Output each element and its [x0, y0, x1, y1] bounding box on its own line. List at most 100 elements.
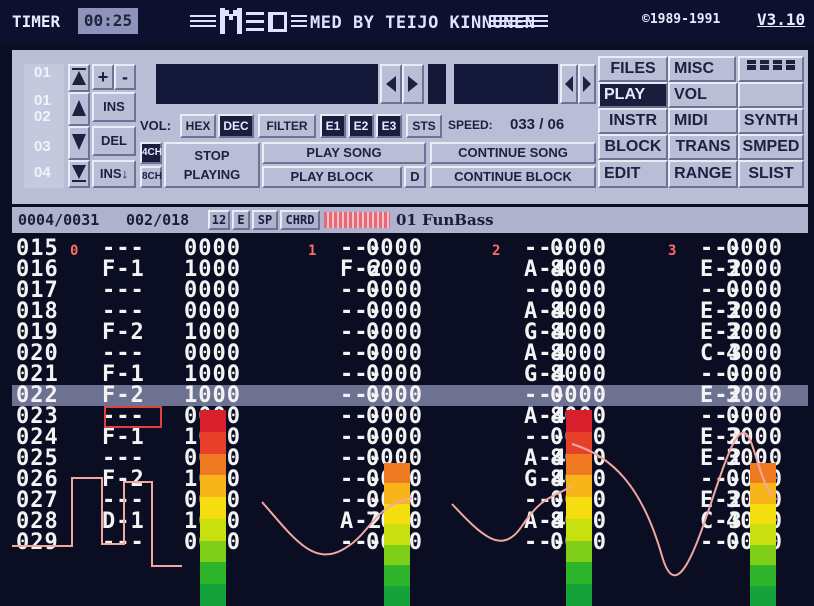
grid-icon — [747, 60, 795, 70]
delete-button[interactable]: DEL — [92, 126, 136, 156]
pattern-row[interactable]: 028D-11000A-27000A-48000C-34000 — [12, 511, 808, 533]
track-label: 1 — [308, 243, 318, 259]
pattern-row[interactable]: 026F-21000---0000G-48000---0000 — [12, 469, 808, 491]
continue-song-button[interactable]: CONTINUE SONG — [430, 142, 596, 164]
menu-block[interactable]: BLOCK — [598, 134, 668, 160]
pattern-row[interactable]: 018 --- 0000 --- 0000 A-4 8000 E-2 3000 — [12, 301, 808, 323]
arrow-down-bar-icon — [72, 165, 86, 182]
filter-button[interactable]: FILTER — [258, 114, 316, 138]
playing-label: PLAYING — [183, 167, 241, 182]
insert-button[interactable]: INS — [92, 92, 136, 122]
note-cell[interactable]: --- — [102, 532, 145, 554]
hex-button[interactable]: HEX — [180, 114, 216, 138]
timer-label: TIMER — [12, 12, 61, 31]
e1-button[interactable]: E1 — [320, 114, 346, 138]
menu-blank — [738, 82, 804, 108]
block-number: 002/018 — [126, 211, 190, 229]
vol-label: VOL: — [140, 118, 172, 133]
menu-synth[interactable]: SYNTH — [738, 108, 804, 134]
track-number-4[interactable]: 03 — [34, 138, 51, 155]
8-channel-button[interactable]: 8CH — [140, 166, 162, 188]
menu-range[interactable]: RANGE — [668, 160, 738, 188]
copyright-text: ©1989-1991 — [642, 12, 721, 27]
track-number-2[interactable]: 01 — [34, 92, 51, 109]
menu-play[interactable]: PLAY — [598, 82, 668, 108]
e3-button[interactable]: E3 — [376, 114, 402, 138]
insert-down-button[interactable]: INS↓ — [92, 160, 136, 188]
track-number-1[interactable]: 01 — [34, 64, 51, 81]
scroll-top-button[interactable] — [68, 64, 90, 92]
version-text: V3.10 — [757, 10, 806, 29]
sts-button[interactable]: STS — [406, 114, 442, 138]
speed-value[interactable]: 033 / 06 — [510, 116, 564, 133]
pattern-row[interactable]: 029---0000---0000---0000---0000 — [12, 530, 808, 555]
play-song-button[interactable]: PLAY SONG — [262, 142, 426, 164]
menu-smped[interactable]: SMPED — [738, 134, 804, 160]
keyboard-indicator — [324, 212, 390, 228]
sample-right-next-button[interactable] — [578, 64, 596, 104]
menu-screen-toggle[interactable] — [738, 56, 804, 82]
dec-button[interactable]: DEC — [218, 114, 254, 138]
track-label: 0 — [70, 243, 80, 259]
menu-slist[interactable]: SLIST — [738, 160, 804, 188]
chord-mode-button[interactable]: CHRD — [280, 210, 320, 230]
sample-left-next-button[interactable] — [402, 64, 424, 104]
pattern-row[interactable]: 019 F-2 1000 --- 0000 G-4 8000 E-2 3000 — [12, 322, 808, 344]
pattern-row[interactable]: 020 --- 0000 --- 0000 A-4 8000 C-3 4000 — [12, 343, 808, 365]
d-button[interactable]: D — [404, 166, 426, 188]
vu-meter-3 — [566, 410, 592, 606]
octave-indicator[interactable]: 12 — [208, 210, 230, 230]
track-label: 3 — [668, 243, 678, 259]
song-position: 0004/0031 — [18, 211, 100, 229]
pattern-row[interactable]: 017 --- 0000 --- 0000 --- 0000 --- 0000 — [12, 280, 808, 302]
vu-meter-1 — [200, 410, 226, 606]
stop-label: STOP — [194, 148, 230, 163]
pattern-row[interactable]: 024F-11000---0000---0000E-23000 — [12, 427, 808, 449]
menu-files[interactable]: FILES — [598, 56, 668, 82]
sample-display-left — [156, 64, 378, 104]
sample-left-prev-button[interactable] — [380, 64, 402, 104]
pattern-row[interactable]: 021 F-1 1000 --- 0000 G-4 8000 --- 0000 — [12, 364, 808, 386]
sample-right-prev-button[interactable] — [560, 64, 578, 104]
e2-button[interactable]: E2 — [348, 114, 374, 138]
arrow-left-icon — [565, 76, 573, 92]
continue-block-button[interactable]: CONTINUE BLOCK — [430, 166, 596, 188]
4-channel-button[interactable]: 4CH — [140, 142, 162, 164]
med-logo: MED BY TEIJO KINNUNEN — [190, 8, 548, 34]
track-number-5[interactable]: 04 — [34, 164, 51, 181]
space-mode-button[interactable]: SP — [252, 210, 278, 230]
speed-label: SPEED: — [448, 118, 493, 132]
stop-playing-button[interactable]: STOP PLAYING — [164, 142, 260, 188]
edit-cursor — [104, 406, 162, 428]
pattern-row[interactable]: 022 F-2 1000 --- 0000 --- 0000 E-2 3000 — [12, 385, 808, 407]
scroll-bottom-button[interactable] — [68, 160, 90, 188]
pattern-row[interactable]: 016 F-1 1000 F-2 6000 A-4 8000 E-2 3000 — [12, 259, 808, 281]
plus-button[interactable]: + — [92, 64, 114, 90]
med-tracker-window: TIMER 00:25 MED BY TEIJO KINNUNEN ©1989-… — [0, 0, 814, 606]
control-panel: 01 01 02 03 04 + - INS DEL INS↓ VOL: HEX… — [12, 50, 808, 204]
arrow-right-icon — [408, 76, 418, 92]
play-block-button[interactable]: PLAY BLOCK — [262, 166, 402, 188]
arrow-down-icon — [72, 134, 86, 150]
arrow-right-icon — [583, 76, 591, 92]
menu-edit[interactable]: EDIT — [598, 160, 668, 188]
menu-instr[interactable]: INSTR — [598, 108, 668, 134]
row-number: 029 — [16, 530, 59, 555]
pattern-row[interactable]: 027---0000---0000---0000E-23000 — [12, 490, 808, 512]
edit-mode-button[interactable]: E — [232, 210, 250, 230]
title-text: MED BY TEIJO KINNUNEN — [310, 13, 535, 33]
menu-trans[interactable]: TRANS — [668, 134, 738, 160]
scroll-down-button[interactable] — [68, 126, 90, 160]
scroll-up-button[interactable] — [68, 92, 90, 126]
track-label: 2 — [492, 243, 502, 259]
minus-button[interactable]: - — [114, 64, 136, 90]
vu-meter-4 — [750, 463, 776, 606]
menu-midi[interactable]: MIDI — [668, 108, 738, 134]
menu-vol[interactable]: VOL — [668, 82, 738, 108]
menu-misc[interactable]: MISC — [668, 56, 736, 82]
pattern-row[interactable]: 015 0 --- 0000 1 --- 0000 2 --- 0000 3 --- 0000 — [12, 238, 808, 260]
pattern-row[interactable]: 025---0000---0000A-48000E-23000 — [12, 448, 808, 470]
arrow-up-bar-icon — [72, 68, 86, 85]
track-number-3[interactable]: 02 — [34, 108, 51, 125]
pattern-editor[interactable]: 015 0 --- 0000 1 --- 0000 2 --- 0000 3 --- 0000 016 F-… — [12, 236, 808, 606]
